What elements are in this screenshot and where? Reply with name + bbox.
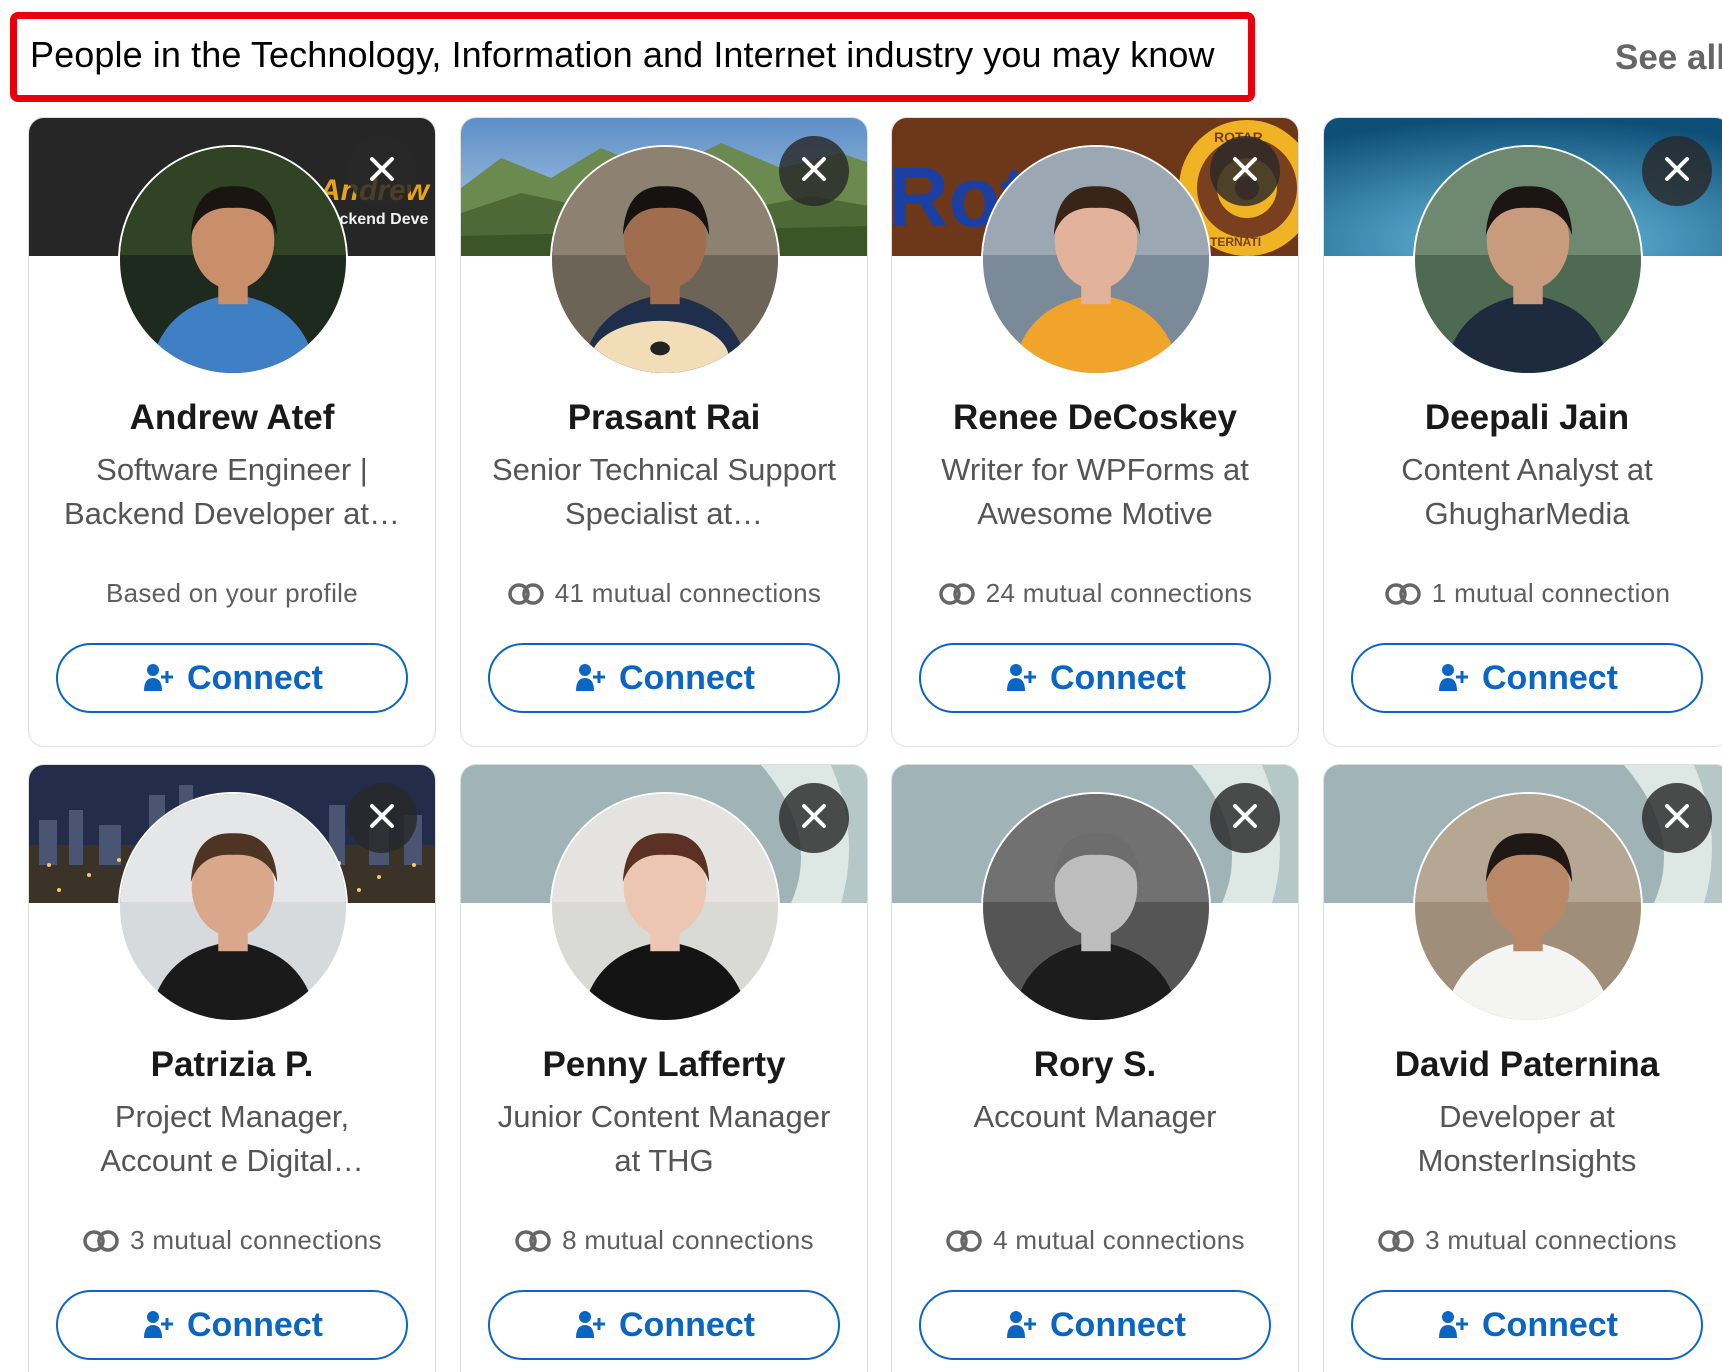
connect-button[interactable]: Connect — [56, 1290, 408, 1360]
person-card[interactable]: David Paternina Developer at MonsterInsi… — [1323, 764, 1722, 1372]
connection-insight: 41 mutual connections — [471, 578, 857, 609]
dismiss-button[interactable] — [779, 136, 849, 206]
insight-text: 3 mutual connections — [1425, 1225, 1677, 1255]
connect-label: Connect — [187, 658, 323, 697]
avatar[interactable] — [981, 792, 1211, 1022]
section-title: People in the Technology, Information an… — [30, 34, 1215, 75]
connect-label: Connect — [619, 658, 755, 697]
avatar[interactable] — [118, 792, 348, 1022]
person-headline: Project Manager, Account e Digital… — [100, 1099, 364, 1178]
person-name[interactable]: Deepali Jain — [1334, 398, 1720, 438]
connect-button[interactable]: Connect — [1351, 643, 1703, 713]
connect-label: Connect — [1482, 658, 1618, 697]
insight-text: 41 mutual connections — [554, 578, 822, 608]
person-card[interactable]: Rory S. Account Manager 4 mutual connect… — [891, 764, 1299, 1372]
connect-label: Connect — [1050, 658, 1186, 697]
connect-button[interactable]: Connect — [488, 643, 840, 713]
add-person-icon — [1436, 661, 1470, 695]
person-card[interactable]: Penny Lafferty Junior Content Manager at… — [460, 764, 868, 1372]
mutual-connections-icon — [945, 1229, 983, 1253]
dismiss-button[interactable] — [779, 783, 849, 853]
connection-insight: 24 mutual connections — [902, 578, 1288, 609]
add-person-icon — [573, 1308, 607, 1342]
person-name[interactable]: Prasant Rai — [471, 398, 857, 438]
mutual-connections-icon — [1377, 1229, 1415, 1253]
add-person-icon — [1004, 1308, 1038, 1342]
close-icon — [1662, 801, 1692, 836]
person-name[interactable]: David Paternina — [1334, 1045, 1720, 1085]
dismiss-button[interactable] — [347, 783, 417, 853]
mutual-connections-icon — [82, 1229, 120, 1253]
connection-insight: 4 mutual connections — [902, 1225, 1288, 1256]
connect-label: Connect — [187, 1305, 323, 1344]
add-person-icon — [573, 661, 607, 695]
add-person-icon — [1436, 1308, 1470, 1342]
dismiss-button[interactable] — [1210, 783, 1280, 853]
connection-insight: 8 mutual connections — [471, 1225, 857, 1256]
section-header: People in the Technology, Information an… — [0, 0, 1722, 110]
insight-text: Based on your profile — [105, 578, 358, 608]
insight-text: 4 mutual connections — [993, 1225, 1245, 1255]
connect-label: Connect — [1482, 1305, 1618, 1344]
insight-text: 3 mutual connections — [130, 1225, 382, 1255]
avatar[interactable] — [550, 145, 780, 375]
dismiss-button[interactable] — [1210, 136, 1280, 206]
connect-label: Connect — [1050, 1305, 1186, 1344]
person-name[interactable]: Andrew Atef — [39, 398, 425, 438]
person-headline: Junior Content Manager at THG — [497, 1099, 831, 1178]
person-card[interactable]: Deepali Jain Content Analyst at GhugharM… — [1323, 117, 1722, 747]
person-headline: Senior Technical Support Specialist at… — [491, 452, 837, 531]
person-card[interactable]: Rot ROTAR TERNATI Renee DeCoskey Writer … — [891, 117, 1299, 747]
mutual-connections-icon — [938, 582, 976, 606]
avatar[interactable] — [118, 145, 348, 375]
person-name[interactable]: Rory S. — [902, 1045, 1288, 1085]
close-icon — [1662, 154, 1692, 189]
connect-button[interactable]: Connect — [1351, 1290, 1703, 1360]
close-icon — [799, 154, 829, 189]
connect-button[interactable]: Connect — [56, 643, 408, 713]
mutual-connections-icon — [1384, 582, 1422, 606]
avatar[interactable] — [1413, 792, 1643, 1022]
connection-insight: 3 mutual connections — [39, 1225, 425, 1256]
connect-button[interactable]: Connect — [488, 1290, 840, 1360]
person-card[interactable]: Prasant Rai Senior Technical Support Spe… — [460, 117, 868, 747]
connect-button[interactable]: Connect — [919, 643, 1271, 713]
person-headline: Account Manager — [973, 1099, 1217, 1134]
svg-text:TERNATI: TERNATI — [1210, 235, 1261, 249]
connection-insight: 3 mutual connections — [1334, 1225, 1720, 1256]
connect-label: Connect — [619, 1305, 755, 1344]
person-headline: Writer for WPForms at Awesome Motive — [941, 452, 1249, 531]
insight-text: 8 mutual connections — [562, 1225, 814, 1255]
close-icon — [799, 801, 829, 836]
dismiss-button[interactable] — [1642, 136, 1712, 206]
person-headline: Developer at MonsterInsights — [1417, 1099, 1637, 1178]
person-name[interactable]: Renee DeCoskey — [902, 398, 1288, 438]
mutual-connections-icon — [507, 582, 545, 606]
person-card[interactable]: Patrizia P. Project Manager, Account e D… — [28, 764, 436, 1372]
connect-button[interactable]: Connect — [919, 1290, 1271, 1360]
close-icon — [367, 154, 397, 189]
close-icon — [1230, 154, 1260, 189]
person-headline: Content Analyst at GhugharMedia — [1401, 452, 1653, 531]
person-name[interactable]: Penny Lafferty — [471, 1045, 857, 1085]
dismiss-button[interactable] — [1642, 783, 1712, 853]
connection-insight: 1 mutual connection — [1334, 578, 1720, 609]
add-person-icon — [141, 1308, 175, 1342]
avatar[interactable] — [550, 792, 780, 1022]
add-person-icon — [141, 661, 175, 695]
avatar[interactable] — [981, 145, 1211, 375]
insight-text: 1 mutual connection — [1431, 578, 1671, 608]
insight-text: 24 mutual connections — [985, 578, 1253, 608]
close-icon — [1230, 801, 1260, 836]
close-icon — [367, 801, 397, 836]
dismiss-button[interactable] — [347, 136, 417, 206]
person-card[interactable]: Andrew A Backend Deve Andrew Atef Softwa… — [28, 117, 436, 747]
person-name[interactable]: Patrizia P. — [39, 1045, 425, 1085]
connection-insight: Based on your profile — [39, 578, 425, 609]
add-person-icon — [1004, 661, 1038, 695]
person-headline: Software Engineer | Backend Developer at… — [63, 452, 401, 531]
avatar[interactable] — [1413, 145, 1643, 375]
mutual-connections-icon — [514, 1229, 552, 1253]
see-all-link[interactable]: See all — [1615, 38, 1722, 78]
